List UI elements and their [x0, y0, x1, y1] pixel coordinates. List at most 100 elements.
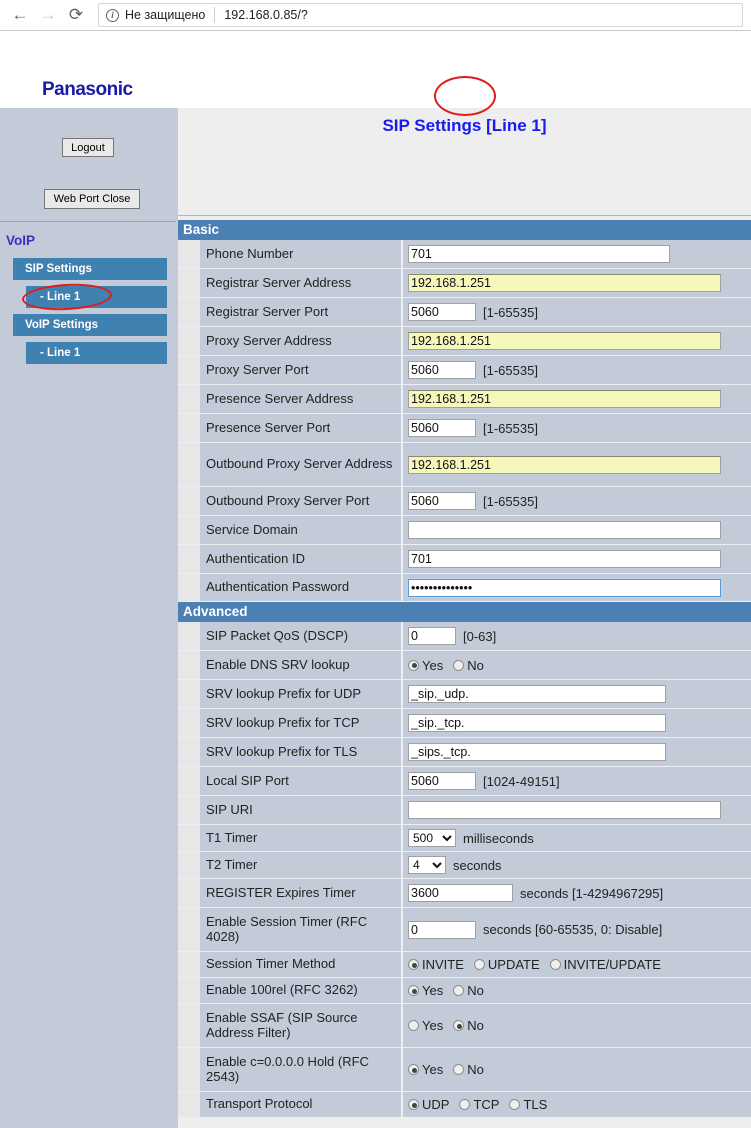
- authentication-id-input[interactable]: [408, 550, 721, 568]
- radio-icon[interactable]: [453, 1020, 464, 1031]
- row-label: Enable Session Timer (RFC 4028): [200, 908, 403, 951]
- radio-icon[interactable]: [453, 985, 464, 996]
- sidebar-item-voip-settings[interactable]: VoIP Settings: [13, 314, 167, 336]
- info-circle-icon[interactable]: i: [106, 9, 119, 22]
- row-gutter: [178, 1048, 200, 1091]
- row-value: [403, 796, 751, 824]
- radio-option[interactable]: TLS: [509, 1097, 547, 1112]
- radio-icon[interactable]: [408, 959, 419, 970]
- srv-prefix-udp-input[interactable]: [408, 685, 666, 703]
- address-bar[interactable]: i Не защищено 192.168.0.85/?: [98, 3, 743, 27]
- row-label: Authentication ID: [200, 545, 403, 573]
- radio-option[interactable]: No: [453, 983, 484, 998]
- sidebar-item-sip-settings[interactable]: SIP Settings: [13, 258, 167, 280]
- radio-label: UDP: [422, 1097, 449, 1112]
- table-row: Local SIP Port [1024-49151]: [178, 767, 751, 796]
- radio-icon[interactable]: [408, 1064, 419, 1075]
- radio-icon[interactable]: [408, 985, 419, 996]
- radio-option[interactable]: Yes: [408, 983, 443, 998]
- row-gutter: [178, 651, 200, 679]
- transport-protocol-radio-group: UDP TCP TLS: [408, 1097, 553, 1112]
- table-row: Transport Protocol UDP TCP TLS: [178, 1092, 751, 1118]
- service-domain-input[interactable]: [408, 521, 721, 539]
- radio-option[interactable]: UPDATE: [474, 957, 540, 972]
- radio-label: Yes: [422, 1062, 443, 1077]
- row-label: Transport Protocol: [200, 1092, 403, 1117]
- row-gutter: [178, 240, 200, 268]
- radio-icon[interactable]: [550, 959, 561, 970]
- outbound-proxy-server-port-input[interactable]: [408, 492, 476, 510]
- radio-option[interactable]: INVITE: [408, 957, 464, 972]
- row-gutter: [178, 1092, 200, 1117]
- row-hint: [1024-49151]: [483, 774, 560, 789]
- proxy-server-address-input[interactable]: [408, 332, 721, 350]
- reload-icon[interactable]: ⟳: [62, 1, 90, 29]
- radio-option[interactable]: UDP: [408, 1097, 449, 1112]
- registrar-server-address-input[interactable]: [408, 274, 721, 292]
- back-icon[interactable]: ←: [6, 1, 34, 29]
- row-label: Enable 100rel (RFC 3262): [200, 978, 403, 1003]
- forward-icon[interactable]: →: [34, 1, 62, 29]
- content-divider: [178, 215, 751, 216]
- radio-label: Yes: [422, 1018, 443, 1033]
- t1-timer-select[interactable]: 500: [408, 829, 456, 847]
- url-text: 192.168.0.85/?: [224, 8, 307, 22]
- row-gutter: [178, 1004, 200, 1047]
- row-value: INVITE UPDATE INVITE/UPDATE: [403, 952, 751, 977]
- phone-number-input[interactable]: [408, 245, 670, 263]
- web-port-close-button[interactable]: Web Port Close: [44, 189, 140, 209]
- radio-label: Yes: [422, 658, 443, 673]
- row-value: UDP TCP TLS: [403, 1092, 751, 1117]
- register-expires-timer-input[interactable]: [408, 884, 513, 902]
- row-label: Enable SSAF (SIP Source Address Filter): [200, 1004, 403, 1047]
- radio-icon[interactable]: [408, 1020, 419, 1031]
- sidebar-item-sip-line1[interactable]: - Line 1: [26, 286, 167, 308]
- radio-option[interactable]: INVITE/UPDATE: [550, 957, 661, 972]
- sip-uri-input[interactable]: [408, 801, 721, 819]
- srv-prefix-tcp-input[interactable]: [408, 714, 666, 732]
- row-gutter: [178, 908, 200, 951]
- row-gutter: [178, 487, 200, 515]
- registrar-server-port-input[interactable]: [408, 303, 476, 321]
- table-row: REGISTER Expires Timer seconds [1-429496…: [178, 879, 751, 908]
- table-row: Enable DNS SRV lookup Yes No: [178, 651, 751, 680]
- radio-icon[interactable]: [453, 660, 464, 671]
- page-title: SIP Settings [Line 1]: [178, 108, 751, 136]
- row-label: Registrar Server Port: [200, 298, 403, 326]
- radio-option[interactable]: No: [453, 1018, 484, 1033]
- table-row: Enable SSAF (SIP Source Address Filter) …: [178, 1004, 751, 1048]
- sip-packet-qos-input[interactable]: [408, 627, 456, 645]
- sidebar-group-title: VoIP: [6, 233, 35, 248]
- sidebar-item-voip-line1[interactable]: - Line 1: [26, 342, 167, 364]
- row-hint: milliseconds: [463, 831, 534, 846]
- radio-icon[interactable]: [408, 1099, 419, 1110]
- radio-option[interactable]: Yes: [408, 1062, 443, 1077]
- row-gutter: [178, 269, 200, 297]
- table-row: Phone Number: [178, 240, 751, 269]
- srv-prefix-tls-input[interactable]: [408, 743, 666, 761]
- radio-option[interactable]: Yes: [408, 1018, 443, 1033]
- radio-icon[interactable]: [459, 1099, 470, 1110]
- radio-icon[interactable]: [474, 959, 485, 970]
- logout-button[interactable]: Logout: [62, 138, 114, 157]
- radio-option[interactable]: No: [453, 658, 484, 673]
- t2-timer-select[interactable]: 4: [408, 856, 446, 874]
- session-timer-input[interactable]: [408, 921, 476, 939]
- row-value: [0-63]: [403, 622, 751, 650]
- row-label: Enable DNS SRV lookup: [200, 651, 403, 679]
- outbound-proxy-server-address-input[interactable]: [408, 456, 721, 474]
- local-sip-port-input[interactable]: [408, 772, 476, 790]
- radio-option[interactable]: No: [453, 1062, 484, 1077]
- radio-icon[interactable]: [509, 1099, 520, 1110]
- radio-option[interactable]: Yes: [408, 658, 443, 673]
- row-label: Presence Server Address: [200, 385, 403, 413]
- radio-option[interactable]: TCP: [459, 1097, 499, 1112]
- radio-icon[interactable]: [408, 660, 419, 671]
- proxy-server-port-input[interactable]: [408, 361, 476, 379]
- radio-icon[interactable]: [453, 1064, 464, 1075]
- presence-server-address-input[interactable]: [408, 390, 721, 408]
- authentication-password-input[interactable]: [408, 579, 721, 597]
- table-row: SRV lookup Prefix for TCP: [178, 709, 751, 738]
- presence-server-port-input[interactable]: [408, 419, 476, 437]
- radio-label: TCP: [473, 1097, 499, 1112]
